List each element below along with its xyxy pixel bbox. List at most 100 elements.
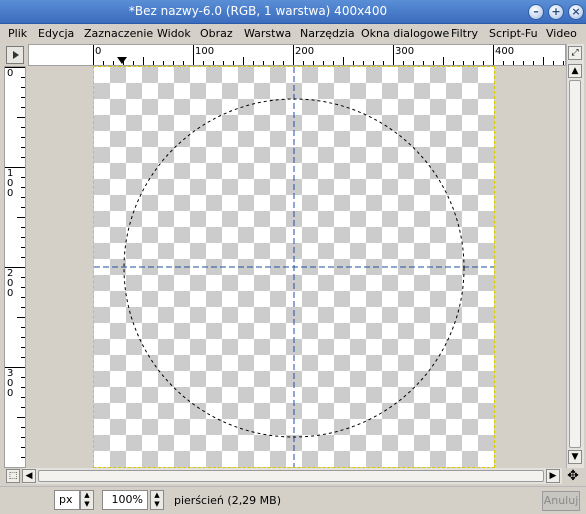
ruler-tick: [21, 187, 25, 188]
ruler-tick: [21, 197, 25, 198]
ruler-tick: [293, 45, 294, 65]
v-ruler-label: 100: [7, 168, 14, 199]
zoom-spin-icon[interactable]: ▲ ▼: [150, 490, 164, 510]
title-bar: *Bez nazwy-6.0 (RGB, 1 warstwa) 400x400 …: [0, 0, 586, 24]
ruler-tick: [21, 177, 25, 178]
image-canvas[interactable]: [93, 66, 495, 468]
ruler-tick: [21, 297, 25, 298]
ruler-tick: [223, 61, 224, 65]
ruler-tick: [313, 61, 314, 65]
ruler-tick: [463, 61, 464, 65]
ruler-tick: [383, 61, 384, 65]
scroll-down-button[interactable]: ▼: [568, 450, 582, 464]
ruler-tick: [283, 61, 284, 65]
menu-tools[interactable]: Narzędzia: [300, 27, 355, 40]
ruler-tick: [21, 427, 25, 428]
ruler-tick: [533, 61, 534, 65]
ruler-tick: [17, 317, 25, 318]
ruler-tick: [21, 327, 25, 328]
horizontal-ruler[interactable]: 0 100 200 300 400: [28, 44, 566, 66]
close-button[interactable]: ×: [568, 4, 584, 20]
menu-layer[interactable]: Warstwa: [244, 27, 291, 40]
unit-select[interactable]: px: [54, 490, 80, 510]
ruler-tick: [21, 287, 25, 288]
ruler-tick: [21, 437, 25, 438]
ruler-tick: [423, 61, 424, 65]
menu-dialogs[interactable]: Okna dialogowe: [361, 27, 449, 40]
ruler-tick: [21, 127, 25, 128]
ruler-tick: [203, 61, 204, 65]
canvas-overlay: [94, 67, 494, 467]
ruler-tick: [133, 61, 134, 65]
minimize-icon: –: [533, 5, 539, 18]
ruler-tick: [21, 337, 25, 338]
ruler-tick: [163, 61, 164, 65]
menu-file[interactable]: Plik: [8, 27, 27, 40]
ruler-tick: [343, 57, 344, 65]
ruler-tick: [543, 57, 544, 65]
menu-select[interactable]: Zaznaczenie: [84, 27, 153, 40]
status-info: pierścień (2,29 MB): [174, 494, 282, 507]
menu-image[interactable]: Obraz: [200, 27, 233, 40]
zoom-select[interactable]: 100%: [102, 490, 148, 510]
ruler-tick: [17, 217, 25, 218]
ruler-tick: [503, 61, 504, 65]
menu-filters[interactable]: Filtry: [451, 27, 478, 40]
ruler-tick: [193, 45, 194, 65]
horizontal-scrollbar[interactable]: ◀ ▶: [22, 468, 562, 484]
status-bar: px ▲ ▼ 100% ▲ ▼ pierścień (2,29 MB) Anuluj: [0, 486, 586, 514]
ruler-tick: [21, 247, 25, 248]
ruler-tick: [21, 387, 25, 388]
ruler-tick: [513, 61, 514, 65]
scroll-left-button[interactable]: ◀: [22, 469, 36, 483]
ruler-tick: [21, 137, 25, 138]
ruler-tick: [433, 61, 434, 65]
ruler-tick: [21, 207, 25, 208]
menu-edit[interactable]: Edycja: [38, 27, 74, 40]
scroll-right-button[interactable]: ▶: [546, 469, 560, 483]
h-ruler-label: 300: [395, 46, 415, 57]
ruler-tick: [523, 61, 524, 65]
ruler-tick: [21, 457, 25, 458]
vertical-scroll-thumb[interactable]: [569, 80, 581, 448]
image-menu-button[interactable]: [6, 46, 24, 64]
vertical-scrollbar[interactable]: ⤢ ▲ ▼: [566, 44, 584, 468]
ruler-tick: [373, 61, 374, 65]
pointer-marker-icon: [117, 57, 127, 64]
zoom-fit-button[interactable]: ⤢: [568, 46, 582, 60]
ruler-tick: [413, 61, 414, 65]
scroll-up-button[interactable]: ▲: [568, 64, 582, 78]
h-ruler-label: 0: [95, 46, 102, 57]
close-icon: ×: [571, 5, 581, 18]
horizontal-scroll-thumb[interactable]: [38, 470, 544, 482]
ruler-tick: [473, 61, 474, 65]
ruler-tick: [21, 357, 25, 358]
ruler-tick: [21, 447, 25, 448]
ruler-tick: [243, 57, 244, 65]
ruler-tick: [393, 45, 394, 65]
canvas-area[interactable]: [26, 66, 566, 468]
ruler-tick: [21, 227, 25, 228]
ruler-tick: [21, 347, 25, 348]
ruler-tick: [17, 417, 25, 418]
ruler-tick: [453, 61, 454, 65]
ruler-tick: [113, 61, 114, 65]
menu-script-fu[interactable]: Script-Fu: [489, 27, 538, 40]
cancel-button[interactable]: Anuluj: [542, 491, 580, 511]
ruler-tick: [21, 97, 25, 98]
quick-mask-toggle[interactable]: ⬚: [6, 469, 20, 483]
menu-bar: Plik Edycja Zaznaczenie Widok Obraz Wars…: [0, 24, 586, 44]
ruler-tick: [553, 61, 554, 65]
ruler-tick: [21, 407, 25, 408]
unit-spin-icon[interactable]: ▲ ▼: [80, 490, 94, 510]
navigate-icon[interactable]: ✥: [564, 468, 582, 484]
ruler-tick: [333, 61, 334, 65]
vertical-ruler[interactable]: 0 100 200 300: [4, 66, 26, 468]
ruler-tick: [183, 61, 184, 65]
menu-view[interactable]: Widok: [157, 27, 191, 40]
ruler-tick: [353, 61, 354, 65]
maximize-button[interactable]: +: [548, 4, 564, 20]
menu-video[interactable]: Video: [546, 27, 577, 40]
minimize-button[interactable]: –: [528, 4, 544, 20]
ruler-tick: [21, 107, 25, 108]
